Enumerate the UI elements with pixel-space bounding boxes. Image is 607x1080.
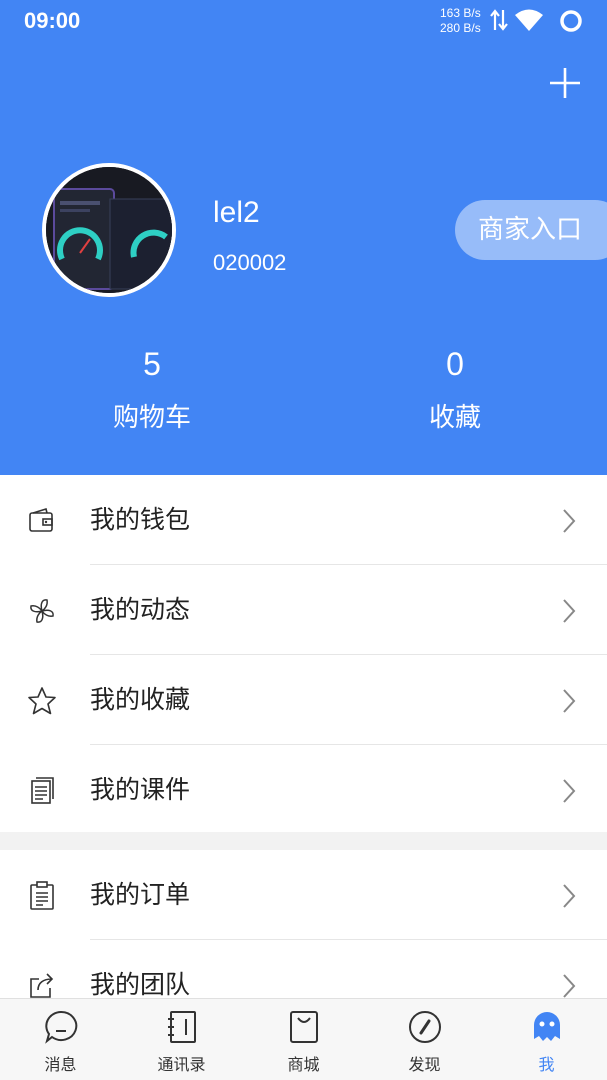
tab-label: 通讯录 xyxy=(157,1055,206,1074)
chat-icon xyxy=(45,1010,78,1044)
data-transfer-icon xyxy=(490,9,508,31)
menu-group-secondary: 我的订单 我的团队 xyxy=(0,850,607,999)
username: lel2 xyxy=(213,196,260,229)
upload-speed: 163 B/s xyxy=(440,6,481,20)
user-id: 020002 xyxy=(213,250,287,275)
menu-item-favorites[interactable]: 我的收藏 xyxy=(0,655,607,745)
menu-group-main: 我的钱包 我的动态 我的收藏 我的课件 xyxy=(0,475,607,832)
menu-label-wallet: 我的钱包 xyxy=(90,505,191,534)
wifi-icon xyxy=(515,9,543,31)
chevron-right-icon xyxy=(563,689,576,713)
tab-label: 我 xyxy=(538,1055,555,1074)
document-icon xyxy=(31,777,54,804)
status-bar: 09:00 163 B/s 280 B/s xyxy=(0,0,607,40)
me-icon xyxy=(534,1012,560,1041)
menu-label-courseware: 我的课件 xyxy=(90,775,191,804)
circle-status-icon xyxy=(560,10,582,32)
cart-count: 5 xyxy=(143,346,161,382)
tab-contacts[interactable]: 通讯录 xyxy=(121,999,242,1080)
menu-item-moments[interactable]: 我的动态 xyxy=(0,565,607,655)
tab-label: 发现 xyxy=(408,1055,441,1074)
favorites-count: 0 xyxy=(446,346,464,382)
bottom-tab-bar: 消息 通讯录 商城 发现 我 xyxy=(0,998,607,1080)
contacts-icon xyxy=(168,1011,196,1043)
favorites-stat[interactable]: 0 收藏 xyxy=(355,343,555,434)
wallet-icon xyxy=(29,507,53,532)
menu-label-orders: 我的订单 xyxy=(90,880,191,909)
pinwheel-icon xyxy=(30,599,54,623)
cart-stat[interactable]: 5 购物车 xyxy=(52,343,252,434)
download-speed: 280 B/s xyxy=(440,21,481,35)
tab-label: 消息 xyxy=(44,1055,77,1074)
tab-me[interactable]: 我 xyxy=(486,999,607,1080)
network-speed: 163 B/s 280 B/s xyxy=(440,6,481,36)
menu-item-courseware[interactable]: 我的课件 xyxy=(0,745,607,835)
chevron-right-icon xyxy=(563,884,576,908)
profile-header: 09:00 163 B/s 280 B/s lel2 020002 商家入口 5… xyxy=(0,0,607,475)
menu-label-favorites: 我的收藏 xyxy=(90,685,191,714)
cart-label: 购物车 xyxy=(112,403,191,433)
clipboard-icon xyxy=(30,881,54,910)
menu-label-team: 我的团队 xyxy=(90,970,191,999)
add-icon[interactable] xyxy=(548,66,582,100)
avatar-image xyxy=(46,167,172,293)
compass-icon xyxy=(409,1011,441,1043)
chevron-right-icon xyxy=(563,974,576,998)
chevron-right-icon xyxy=(563,779,576,803)
tab-messages[interactable]: 消息 xyxy=(0,999,121,1080)
chevron-right-icon xyxy=(563,509,576,533)
menu-item-wallet[interactable]: 我的钱包 xyxy=(0,475,607,565)
menu-label-moments: 我的动态 xyxy=(90,595,191,624)
chevron-right-icon xyxy=(563,599,576,623)
shopping-bag-icon xyxy=(290,1011,318,1043)
tab-discover[interactable]: 发现 xyxy=(364,999,485,1080)
status-time: 09:00 xyxy=(24,8,81,33)
favorites-label: 收藏 xyxy=(428,403,481,433)
tab-mall[interactable]: 商城 xyxy=(243,999,364,1080)
tab-label: 商城 xyxy=(287,1055,320,1074)
star-icon xyxy=(28,687,56,715)
merchant-entry-button[interactable]: 商家入口 xyxy=(455,200,607,260)
avatar[interactable] xyxy=(42,163,176,297)
menu-item-orders[interactable]: 我的订单 xyxy=(0,850,607,940)
